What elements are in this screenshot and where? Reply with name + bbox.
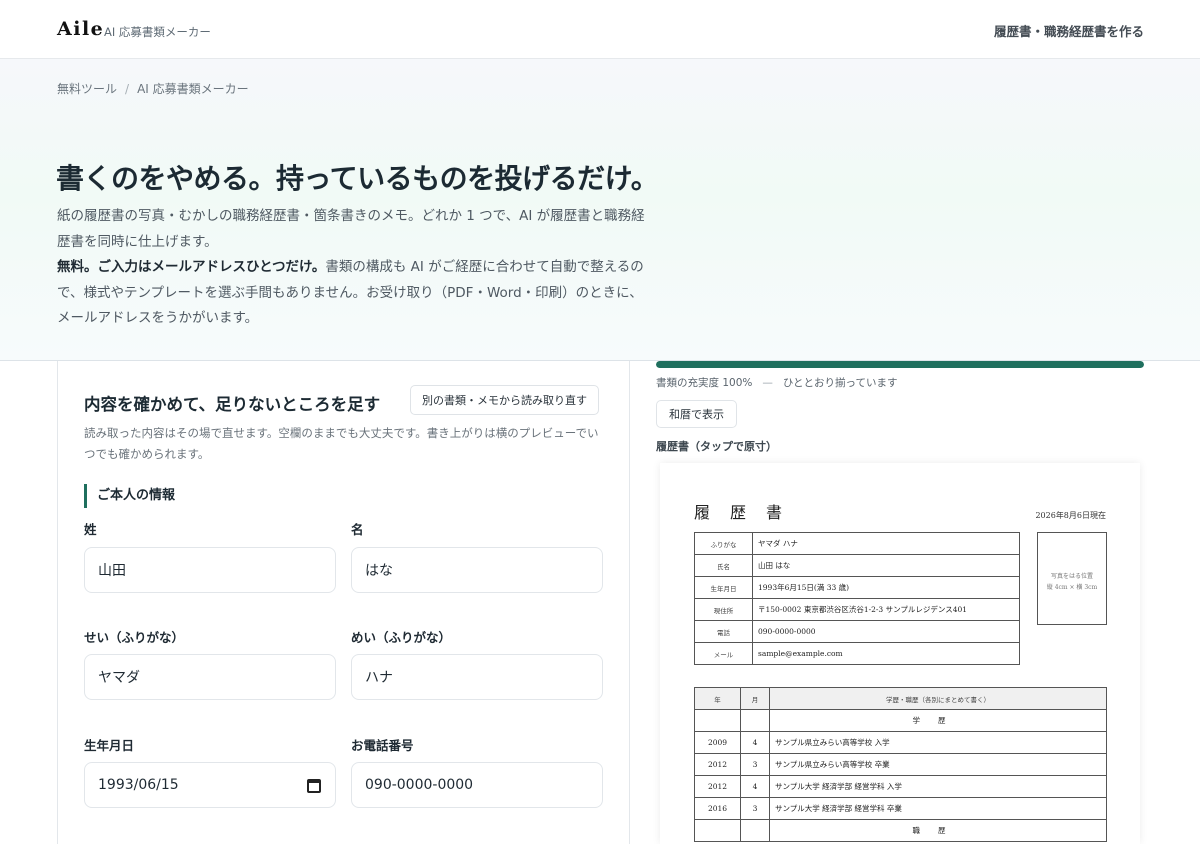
resume-info-value: 1993年6月15日(満 33 歳) bbox=[752, 576, 1020, 599]
resume-info-key: 生年月日 bbox=[694, 576, 753, 599]
resume-info-row: ふりがな ヤマダ ハナ bbox=[694, 532, 1020, 555]
reread-button[interactable]: 別の書類・メモから読み取り直す bbox=[410, 385, 599, 415]
resume-date: 2026年8月6日現在 bbox=[1035, 511, 1106, 520]
breadcrumb-current: AI 応募書類メーカー bbox=[137, 82, 249, 96]
last-kana-field[interactable] bbox=[84, 654, 336, 700]
resume-info-row: 氏名 山田 はな bbox=[694, 554, 1020, 577]
completeness-text: 書類の充実度 100% — ひととおり揃っています bbox=[656, 375, 898, 390]
education-month: 4 bbox=[740, 775, 770, 798]
education-heading-row: 学歴 bbox=[694, 709, 1107, 732]
wareki-toggle-button[interactable]: 和暦で表示 bbox=[656, 400, 737, 428]
last-name-field[interactable] bbox=[84, 547, 336, 593]
first-name-label: 名 bbox=[351, 522, 364, 537]
hero-description: 紙の履歴書の写真・むかしの職務経歴書・箇条書きのメモ。どれか 1 つで、AI が… bbox=[57, 204, 647, 332]
breadcrumb-root-link[interactable]: 無料ツール bbox=[57, 82, 117, 96]
birthdate-label: 生年月日 bbox=[84, 738, 135, 753]
photo-placeholder-line1: 写真をはる位置 bbox=[1050, 573, 1093, 580]
resume-info-key: 電話 bbox=[694, 620, 753, 643]
completeness-dash: — bbox=[762, 377, 773, 389]
resume-info-value: 090-0000-0000 bbox=[752, 620, 1020, 643]
section-heading-personal: ご本人の情報 bbox=[84, 484, 175, 508]
calendar-icon[interactable] bbox=[307, 779, 321, 793]
breadcrumb: 無料ツール / AI 応募書類メーカー bbox=[57, 80, 249, 97]
education-year: 2016 bbox=[694, 797, 741, 820]
first-kana-label: めい（ふりがな） bbox=[351, 630, 452, 645]
edit-form-card: 内容を確かめて、足りないところを足す 別の書類・メモから読み取り直す 読み取った… bbox=[57, 361, 630, 844]
form-title: 内容を確かめて、足りないところを足す bbox=[84, 395, 381, 414]
resume-info-value: ヤマダ ハナ bbox=[752, 532, 1020, 555]
resume-info-row: 現住所 〒150-0002 東京都渋谷区渋谷1-2-3 サンプルレジデンス401 bbox=[694, 598, 1020, 621]
preview-label: 履歴書（タップで原寸） bbox=[656, 440, 777, 453]
resume-info-value: 〒150-0002 東京都渋谷区渋谷1-2-3 サンプルレジデンス401 bbox=[752, 598, 1020, 621]
education-year: 2009 bbox=[694, 731, 741, 754]
resume-info-row: メール sample@example.com bbox=[694, 642, 1020, 665]
completeness-progress-bar bbox=[656, 361, 1144, 368]
resume-info-value: 山田 はな bbox=[752, 554, 1020, 577]
completeness-label: 書類の充実度 100% bbox=[656, 377, 753, 389]
education-text: サンプル大学 経済学部 経営学科 入学 bbox=[769, 775, 1107, 798]
hero-section: 無料ツール / AI 応募書類メーカー 書くのをやめる。持っているものを投げるだけ。… bbox=[0, 59, 1200, 361]
page-title: 書くのをやめる。持っているものを投げるだけ。 bbox=[56, 162, 659, 195]
hero-description-bold: 無料。ご入力はメールアドレスひとつだけ。 bbox=[57, 259, 326, 275]
first-name-field[interactable] bbox=[351, 547, 603, 593]
history-header-content: 学歴・職歴（各別にまとめて書く） bbox=[769, 687, 1107, 710]
education-month: 3 bbox=[740, 797, 770, 820]
history-header-row: 年 月 学歴・職歴（各別にまとめて書く） bbox=[694, 687, 1107, 710]
logo-subtitle: AI 応募書類メーカー bbox=[104, 25, 211, 39]
completeness-status: ひととおり揃っています bbox=[782, 377, 898, 389]
birthdate-field[interactable] bbox=[84, 762, 336, 808]
education-text: サンプル県立みらい高等学校 入学 bbox=[769, 731, 1107, 754]
work-heading: 職歴 bbox=[769, 819, 1107, 842]
history-header-month: 月 bbox=[740, 687, 770, 710]
completeness-progress-fill bbox=[656, 361, 1144, 368]
education-text: サンプル県立みらい高等学校 卒業 bbox=[769, 753, 1107, 776]
resume-info-row: 電話 090-0000-0000 bbox=[694, 620, 1020, 643]
first-kana-field[interactable] bbox=[351, 654, 603, 700]
phone-label: お電話番号 bbox=[351, 738, 414, 753]
photo-placeholder-line2: 縦 4cm × 横 3cm bbox=[1046, 584, 1098, 591]
phone-field[interactable] bbox=[351, 762, 603, 808]
last-kana-label: せい（ふりがな） bbox=[84, 630, 185, 645]
resume-history-table: 年 月 学歴・職歴（各別にまとめて書く） 学歴 2009 4 サンプル県立みらい高等… bbox=[694, 687, 1107, 842]
photo-placeholder: 写真をはる位置 縦 4cm × 横 3cm bbox=[1037, 532, 1107, 625]
education-heading: 学歴 bbox=[769, 709, 1107, 732]
education-text: サンプル大学 経済学部 経営学科 卒業 bbox=[769, 797, 1107, 820]
resume-info-value: sample@example.com bbox=[752, 642, 1020, 665]
education-month: 4 bbox=[740, 731, 770, 754]
top-bar: Aile AI 応募書類メーカー 履歴書・職務経歴書を作る bbox=[0, 0, 1200, 59]
create-documents-link[interactable]: 履歴書・職務経歴書を作る bbox=[994, 21, 1144, 40]
resume-info-key: 氏名 bbox=[694, 554, 753, 577]
resume-info-key: 現住所 bbox=[694, 598, 753, 621]
education-row: 2009 4 サンプル県立みらい高等学校 入学 bbox=[694, 731, 1107, 754]
education-year: 2012 bbox=[694, 753, 741, 776]
education-row: 2012 4 サンプル大学 経済学部 経営学科 入学 bbox=[694, 775, 1107, 798]
last-name-label: 姓 bbox=[84, 522, 97, 537]
resume-title: 履歴書 bbox=[694, 503, 803, 522]
resume-preview[interactable]: 履歴書 2026年8月6日現在 ふりがな ヤマダ ハナ 氏名 山田 はな 生年月日 199… bbox=[660, 463, 1140, 844]
education-row: 2016 3 サンプル大学 経済学部 経営学科 卒業 bbox=[694, 797, 1107, 820]
education-month: 3 bbox=[740, 753, 770, 776]
resume-info-table: ふりがな ヤマダ ハナ 氏名 山田 はな 生年月日 1993年6月15日(満 33 歳) 現… bbox=[694, 532, 1020, 665]
resume-info-row: 生年月日 1993年6月15日(満 33 歳) bbox=[694, 576, 1020, 599]
resume-info-key: メール bbox=[694, 642, 753, 665]
resume-info-key: ふりがな bbox=[694, 532, 753, 555]
work-heading-row: 職歴 bbox=[694, 819, 1107, 842]
education-year: 2012 bbox=[694, 775, 741, 798]
breadcrumb-separator: / bbox=[125, 82, 130, 96]
education-row: 2012 3 サンプル県立みらい高等学校 卒業 bbox=[694, 753, 1107, 776]
hero-description-line1: 紙の履歴書の写真・むかしの職務経歴書・箇条書きのメモ。どれか 1 つで、AI が… bbox=[57, 208, 645, 250]
logo[interactable]: Aile bbox=[57, 18, 104, 40]
history-header-year: 年 bbox=[694, 687, 741, 710]
form-description: 読み取った内容はその場で直せます。空欄のままでも大丈夫です。書き上がりは横のプレ… bbox=[84, 426, 599, 461]
